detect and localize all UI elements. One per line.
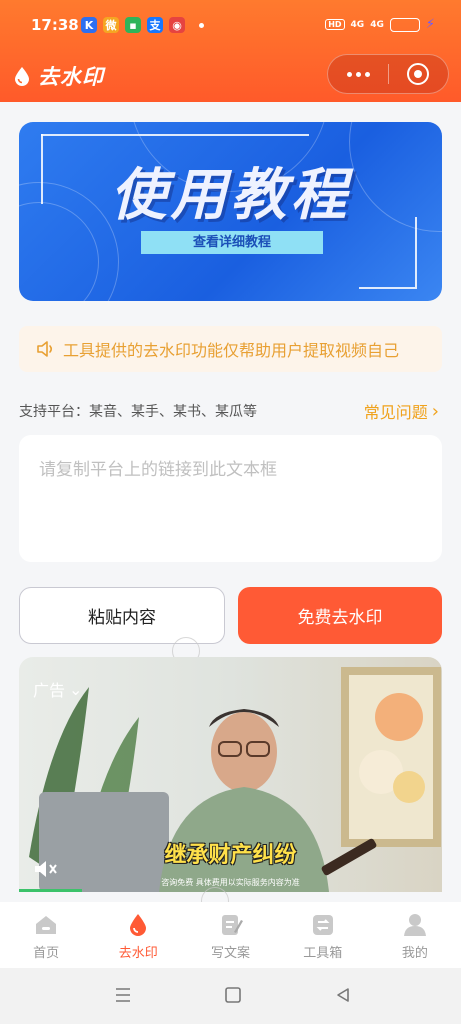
ad-subcaption: 咨询免费 具体费用以实际服务内容为准 bbox=[161, 878, 300, 887]
system-icons: HD 4G 4G ⚡ bbox=[325, 17, 435, 32]
close-target-icon bbox=[407, 63, 430, 85]
signal-icon-2: 4G bbox=[370, 19, 384, 30]
banner-title: 使用教程 bbox=[110, 163, 351, 228]
ad-progress-bar bbox=[19, 889, 82, 892]
drop-icon bbox=[130, 914, 147, 936]
status-time: 17:38 bbox=[31, 16, 79, 34]
weibo-icon: 微 bbox=[103, 17, 119, 33]
hd-icon: HD bbox=[325, 19, 345, 30]
battery-icon bbox=[389, 17, 420, 32]
map-icon: ◉ bbox=[169, 17, 185, 33]
menu-icon[interactable] bbox=[114, 986, 132, 1004]
tab-label: 写文案 bbox=[211, 946, 251, 961]
bottom-tab-bar: 首页 去水印 写文案 工具箱 我的 bbox=[0, 902, 461, 968]
home-icon bbox=[36, 916, 57, 934]
kuaishou-icon: K bbox=[81, 17, 97, 33]
remove-watermark-button[interactable]: 免费去水印 bbox=[238, 587, 442, 644]
home-square-icon[interactable] bbox=[224, 986, 242, 1004]
status-bar: 17:38 K 微 ▪ 支 ◉ HD 4G 4G ⚡ bbox=[0, 0, 461, 52]
close-button[interactable] bbox=[389, 63, 448, 85]
chevron-down-icon: ⌄ bbox=[69, 679, 83, 699]
more-button[interactable] bbox=[328, 71, 388, 77]
edit-icon bbox=[221, 915, 243, 935]
paste-button[interactable]: 粘贴内容 bbox=[19, 587, 225, 644]
app-title: 去水印 bbox=[38, 65, 104, 89]
supported-platforms: 支持平台：某音、某手、某书、某瓜等 bbox=[19, 404, 257, 420]
ad-label-text: 广告 bbox=[33, 681, 66, 700]
back-icon[interactable] bbox=[334, 986, 352, 1004]
app-logo: 去水印 bbox=[12, 61, 104, 91]
tab-label: 我的 bbox=[401, 946, 428, 961]
miniprogram-capsule bbox=[327, 54, 449, 94]
link-input[interactable] bbox=[19, 435, 442, 562]
faq-label: 常见问题 bbox=[363, 403, 428, 422]
user-icon bbox=[403, 914, 426, 936]
charging-icon: ⚡ bbox=[425, 17, 435, 32]
view-tutorial-button[interactable]: 查看详细教程 bbox=[141, 231, 323, 254]
tab-mine[interactable]: 我的 bbox=[369, 902, 461, 968]
notice-text: 工具提供的去水印功能仅帮助用户提取视频自己 bbox=[63, 341, 400, 360]
app-header: 去水印 bbox=[0, 52, 461, 102]
ad-caption: 继承财产纠纷 bbox=[164, 843, 297, 868]
tab-label: 首页 bbox=[33, 946, 60, 961]
tab-home[interactable]: 首页 bbox=[0, 902, 92, 968]
more-notifications-dot bbox=[199, 22, 204, 28]
message-icon: ▪ bbox=[125, 17, 141, 33]
ad-video[interactable]: 广告 ⌄ 继承财产纠纷 咨询免费 具体费用以实际服务内容为准 bbox=[19, 657, 442, 892]
tutorial-banner[interactable]: 使用教程 查看详细教程 bbox=[19, 122, 442, 301]
signal-icon: 4G bbox=[350, 19, 365, 30]
chevron-right-icon: › bbox=[431, 400, 439, 422]
tab-label: 去水印 bbox=[118, 946, 158, 961]
system-nav-bar bbox=[0, 968, 461, 1024]
faq-link[interactable]: 常见问题 › bbox=[364, 399, 439, 423]
tab-write-copy[interactable]: 写文案 bbox=[184, 902, 276, 968]
speaker-icon bbox=[37, 341, 53, 357]
notice-bar: 工具提供的去水印功能仅帮助用户提取视频自己 bbox=[19, 326, 442, 372]
tab-remove-watermark[interactable]: 去水印 bbox=[92, 902, 184, 968]
alipay-icon: 支 bbox=[147, 17, 163, 33]
drop-icon bbox=[15, 67, 29, 86]
toolbox-icon bbox=[312, 915, 333, 935]
tab-toolbox[interactable]: 工具箱 bbox=[277, 902, 369, 968]
notification-icons: K 微 ▪ 支 ◉ bbox=[81, 17, 204, 33]
tab-label: 工具箱 bbox=[303, 946, 343, 961]
ad-label[interactable]: 广告 ⌄ bbox=[33, 677, 82, 701]
